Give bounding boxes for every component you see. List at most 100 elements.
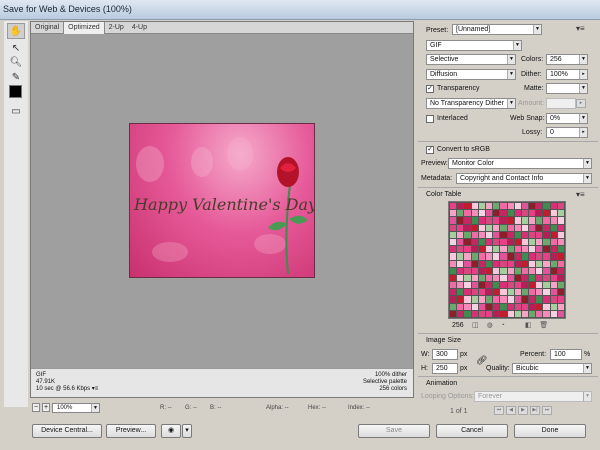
browser-select-button[interactable]: ▾ [182, 424, 192, 438]
color-swatch[interactable] [550, 210, 557, 217]
color-swatch[interactable] [507, 231, 514, 238]
color-table-menu-icon[interactable]: ▾≡ [576, 190, 585, 199]
save-button[interactable]: Save [358, 424, 430, 438]
color-swatch[interactable] [493, 238, 500, 246]
color-swatch[interactable] [557, 246, 564, 253]
color-swatch[interactable] [536, 203, 543, 210]
color-swatch[interactable] [507, 253, 514, 260]
optimize-menu-icon[interactable]: ▾≡ [576, 24, 585, 33]
color-swatch[interactable] [543, 238, 550, 246]
color-swatch[interactable] [550, 203, 557, 210]
color-swatch[interactable] [457, 217, 464, 224]
web-shift-icon[interactable]: ◍ [487, 322, 493, 329]
preview-button[interactable]: Preview... [106, 424, 156, 438]
color-swatch[interactable] [529, 310, 536, 317]
first-frame-icon[interactable]: ⏮ [494, 406, 504, 415]
color-swatch[interactable] [493, 253, 500, 260]
color-swatch[interactable] [500, 238, 507, 246]
color-swatch[interactable] [557, 217, 564, 224]
tab-original[interactable]: Original [31, 22, 63, 34]
color-swatch[interactable] [485, 231, 493, 238]
color-swatch[interactable] [464, 274, 471, 282]
color-swatch[interactable] [493, 224, 500, 231]
color-swatch[interactable] [543, 274, 550, 282]
color-swatch[interactable] [543, 303, 550, 310]
color-swatch[interactable] [450, 296, 457, 303]
color-swatch[interactable] [536, 289, 543, 296]
color-swatch[interactable] [521, 282, 529, 289]
zoom-tool-icon[interactable]: 🔍︎ [7, 54, 25, 70]
color-swatch[interactable] [557, 210, 564, 217]
color-swatch[interactable] [450, 260, 457, 267]
color-swatch[interactable] [514, 310, 521, 317]
color-swatch[interactable] [485, 303, 493, 310]
color-swatch[interactable] [485, 310, 493, 317]
color-swatch[interactable] [557, 267, 564, 274]
transparency-dither-select[interactable]: No Transparency Dither ▼ [426, 98, 516, 109]
color-swatch[interactable] [543, 203, 550, 210]
color-swatch[interactable] [464, 303, 471, 310]
metadata-select[interactable]: Copyright and Contact Info ▼ [456, 173, 592, 184]
color-swatch[interactable] [493, 210, 500, 217]
color-swatch[interactable] [536, 260, 543, 267]
color-swatch[interactable] [493, 289, 500, 296]
color-swatch[interactable] [507, 274, 514, 282]
color-swatch[interactable] [550, 296, 557, 303]
color-swatch[interactable] [521, 253, 529, 260]
color-swatch[interactable] [485, 260, 493, 267]
color-swatch[interactable] [471, 210, 478, 217]
color-swatch[interactable] [457, 296, 464, 303]
color-swatch[interactable] [493, 260, 500, 267]
color-swatch[interactable] [464, 296, 471, 303]
color-swatch[interactable] [521, 274, 529, 282]
color-swatch[interactable] [464, 231, 471, 238]
tab-4-up[interactable]: 4-Up [128, 22, 151, 34]
color-swatch[interactable] [507, 217, 514, 224]
color-swatch[interactable] [557, 203, 564, 210]
color-swatch[interactable] [493, 303, 500, 310]
color-swatch[interactable] [485, 224, 493, 231]
color-swatch[interactable] [521, 210, 529, 217]
color-swatch[interactable] [514, 210, 521, 217]
new-color-icon[interactable]: ◧ [525, 322, 532, 329]
color-swatch[interactable] [450, 267, 457, 274]
color-swatch[interactable] [550, 289, 557, 296]
color-swatch[interactable] [521, 303, 529, 310]
color-swatch[interactable] [500, 296, 507, 303]
color-swatch[interactable] [507, 260, 514, 267]
zoom-in-button[interactable]: + [42, 403, 50, 412]
color-swatch[interactable] [521, 224, 529, 231]
color-swatch[interactable] [485, 246, 493, 253]
color-swatch[interactable] [507, 246, 514, 253]
dither-method-select[interactable]: Diffusion ▼ [426, 69, 516, 80]
color-swatch[interactable] [493, 217, 500, 224]
next-frame-icon[interactable]: ▶| [530, 406, 540, 415]
color-swatch[interactable] [543, 210, 550, 217]
color-swatch[interactable] [536, 246, 543, 253]
color-swatch[interactable] [557, 282, 564, 289]
color-swatch[interactable] [521, 231, 529, 238]
color-swatch[interactable] [457, 260, 464, 267]
color-swatch[interactable] [507, 282, 514, 289]
color-swatch[interactable] [529, 274, 536, 282]
play-icon[interactable]: ▶ [518, 406, 528, 415]
eyedropper-color-swatch[interactable] [9, 85, 22, 98]
color-swatch[interactable] [485, 274, 493, 282]
color-swatch[interactable] [514, 253, 521, 260]
color-swatch[interactable] [464, 289, 471, 296]
color-swatch[interactable] [471, 282, 478, 289]
color-swatch[interactable] [521, 246, 529, 253]
color-swatch[interactable] [550, 238, 557, 246]
color-swatch[interactable] [457, 231, 464, 238]
color-swatch[interactable] [557, 253, 564, 260]
color-swatch[interactable] [493, 246, 500, 253]
color-swatch[interactable] [500, 224, 507, 231]
cancel-button[interactable]: Cancel [436, 424, 508, 438]
color-swatch[interactable] [464, 282, 471, 289]
color-swatch[interactable] [529, 203, 536, 210]
color-swatch[interactable] [500, 217, 507, 224]
color-swatch[interactable] [500, 310, 507, 317]
color-swatch[interactable] [557, 303, 564, 310]
color-swatch[interactable] [457, 289, 464, 296]
tab-2-up[interactable]: 2-Up [105, 22, 128, 34]
